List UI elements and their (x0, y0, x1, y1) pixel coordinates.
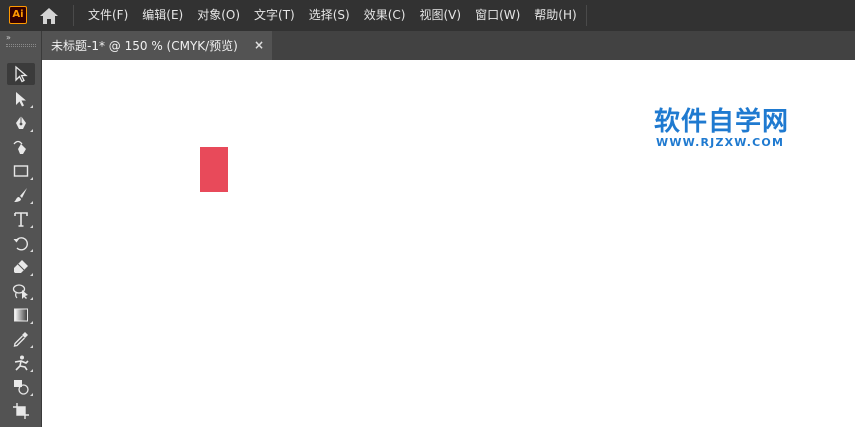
document-tab[interactable]: 未标题-1* @ 150 % (CMYK/预览) × (42, 31, 272, 60)
menu-items: 文件(F) 编辑(E) 对象(O) 文字(T) 选择(S) 效果(C) 视图(V… (81, 0, 584, 31)
lasso-icon (12, 284, 28, 299)
paintbrush-tool[interactable] (7, 184, 35, 206)
document-tab-label: 未标题-1* @ 150 % (CMYK/预览) (51, 39, 238, 53)
tools-panel: » (0, 31, 42, 427)
artboard-icon (13, 403, 29, 419)
puppet-icon (14, 355, 29, 371)
shape-builder-tool[interactable] (7, 376, 35, 398)
close-icon[interactable]: × (254, 37, 264, 54)
direct-selection-tool[interactable] (7, 88, 35, 110)
more-tools-indicator (30, 369, 33, 372)
menu-divider (73, 5, 74, 26)
gradient-tool[interactable] (7, 304, 35, 326)
more-tools-indicator (30, 129, 33, 132)
illustrator-logo-icon: Ai (9, 6, 27, 24)
rotate-icon (13, 237, 28, 251)
watermark-title: 软件自学网 (654, 107, 790, 137)
collapse-panel-button[interactable]: » (6, 34, 11, 42)
menu-help[interactable]: 帮助(H) (527, 0, 583, 31)
menu-object[interactable]: 对象(O) (190, 0, 247, 31)
selection-tool[interactable] (7, 63, 35, 85)
more-tools-indicator (30, 225, 33, 228)
puppet-warp-tool[interactable] (7, 352, 35, 374)
menu-bar: Ai 文件(F) 编辑(E) 对象(O) 文字(T) 选择(S) 效果(C) 视… (0, 0, 855, 31)
panel-grip[interactable] (6, 44, 36, 47)
red-rectangle-shape[interactable] (200, 147, 228, 192)
gradient-icon (14, 308, 28, 322)
more-tools-indicator (30, 393, 33, 396)
artboard-canvas[interactable]: 软件自学网 WWW.RJZXW.COM (42, 60, 855, 427)
lasso-tool[interactable] (7, 280, 35, 302)
pen-icon (16, 116, 26, 129)
rotate-tool[interactable] (7, 232, 35, 254)
more-tools-indicator (30, 177, 33, 180)
menu-select[interactable]: 选择(S) (302, 0, 357, 31)
menu-view[interactable]: 视图(V) (412, 0, 468, 31)
menu-type[interactable]: 文字(T) (247, 0, 302, 31)
curvature-icon (13, 140, 26, 154)
menu-divider (586, 5, 587, 26)
pen-tool[interactable] (7, 112, 35, 134)
type-icon (14, 212, 28, 227)
eyedropper-icon (13, 332, 28, 347)
type-tool[interactable] (7, 208, 35, 230)
brush-icon (14, 188, 27, 202)
more-tools-indicator (30, 273, 33, 276)
more-tools-indicator (30, 321, 33, 324)
more-tools-indicator (30, 201, 33, 204)
rectangle-icon (13, 165, 29, 177)
curvature-tool[interactable] (7, 136, 35, 158)
direct-arrow-icon (16, 92, 26, 107)
home-icon (40, 8, 58, 24)
eyedropper-tool[interactable] (7, 328, 35, 350)
document-tab-bar: 未标题-1* @ 150 % (CMYK/预览) × (42, 31, 855, 60)
watermark-logo: 软件自学网 WWW.RJZXW.COM (654, 107, 804, 149)
rectangle-tool[interactable] (7, 160, 35, 182)
more-tools-indicator (30, 249, 33, 252)
menu-file[interactable]: 文件(F) (81, 0, 135, 31)
shape-builder-icon (14, 380, 29, 395)
menu-edit[interactable]: 编辑(E) (135, 0, 190, 31)
watermark-url: WWW.RJZXW.COM (656, 136, 785, 149)
home-button[interactable] (38, 6, 60, 26)
menu-effect[interactable]: 效果(C) (357, 0, 413, 31)
more-tools-indicator (30, 345, 33, 348)
eraser-tool[interactable] (7, 256, 35, 278)
more-tools-indicator (30, 105, 33, 108)
menu-window[interactable]: 窗口(W) (468, 0, 527, 31)
arrow-icon (15, 65, 28, 83)
eraser-icon (14, 260, 28, 273)
artboard-tool[interactable] (7, 400, 35, 422)
more-tools-indicator (30, 297, 33, 300)
